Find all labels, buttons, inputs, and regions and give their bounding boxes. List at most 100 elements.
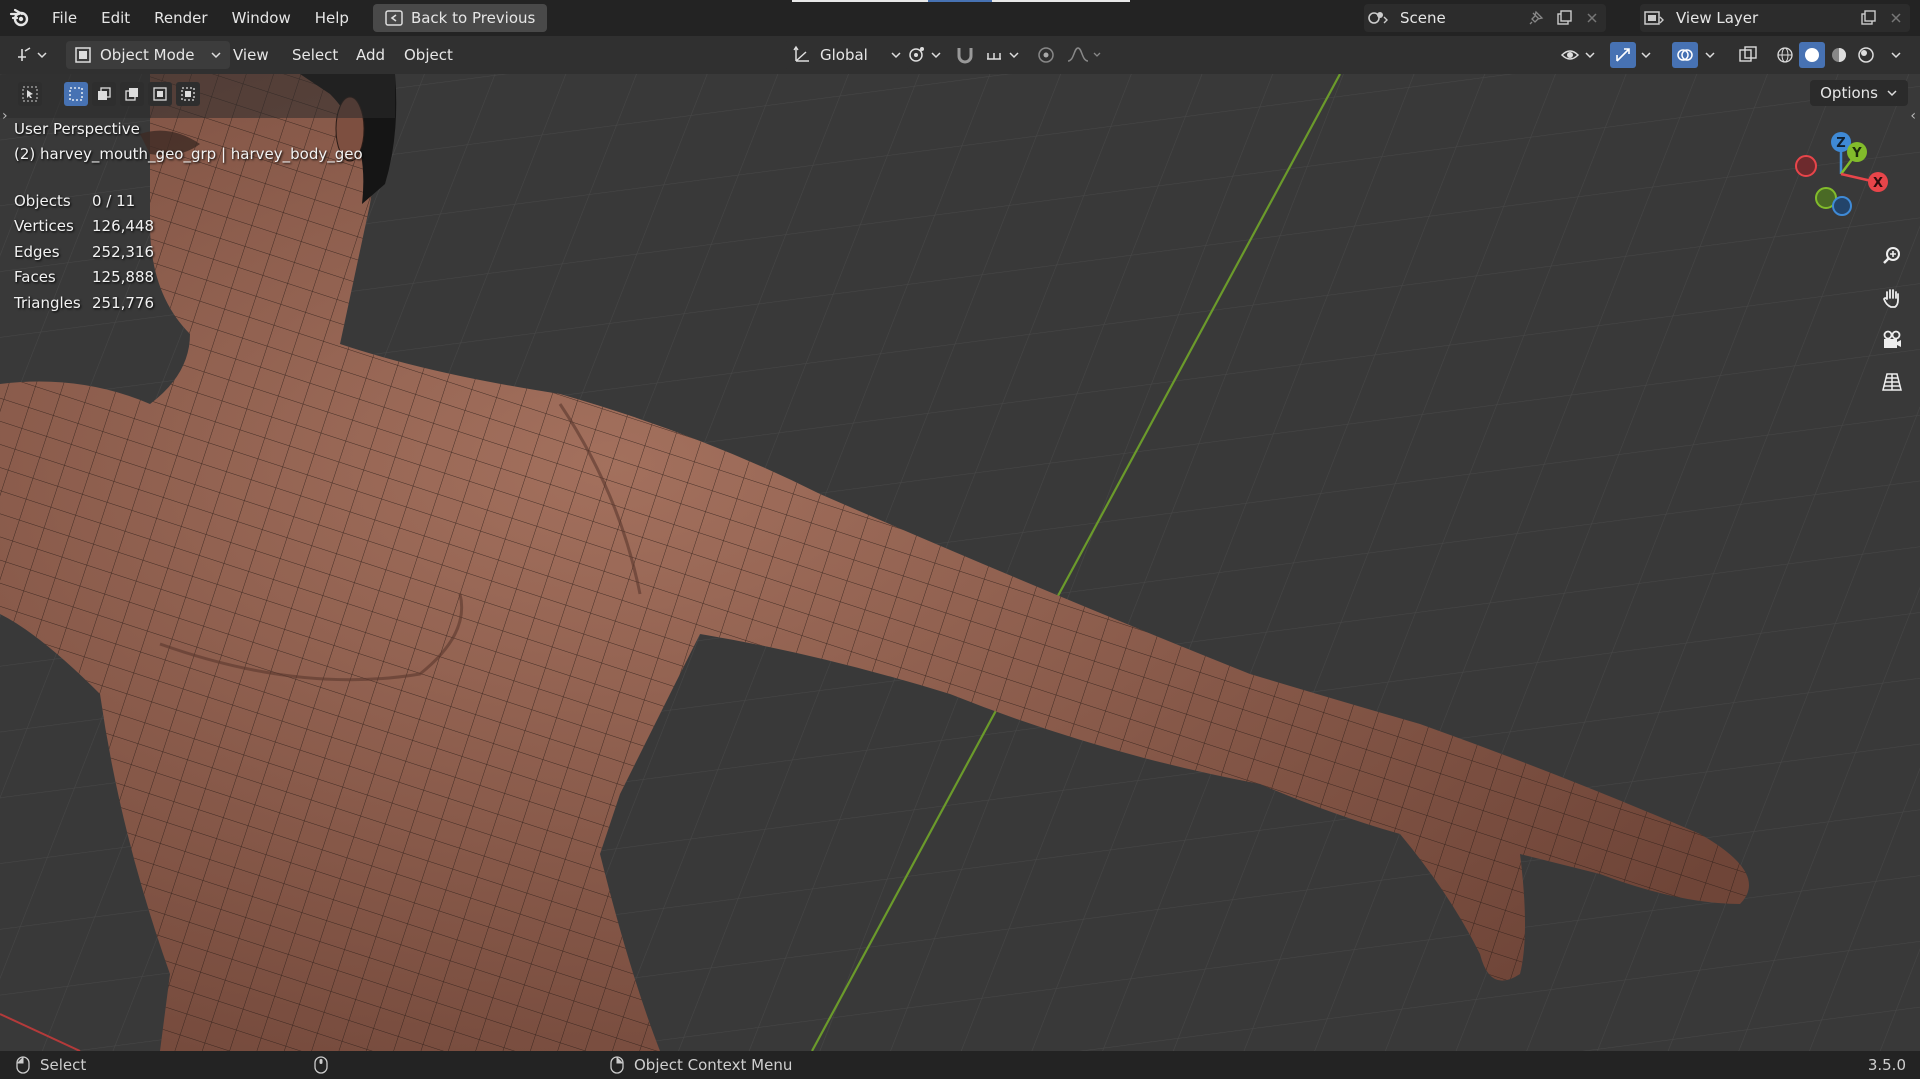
- rendered-sphere-icon: [1858, 47, 1874, 63]
- wireframe-shading-button[interactable]: [1772, 42, 1798, 68]
- menu-view[interactable]: View: [225, 41, 277, 69]
- shading-modes: [1772, 41, 1890, 69]
- new-view-layer-icon[interactable]: [1854, 4, 1882, 32]
- visibility-dropdown[interactable]: [1560, 41, 1604, 69]
- pin-icon[interactable]: [1522, 4, 1550, 32]
- object-mode-dropdown[interactable]: Object Mode: [66, 41, 230, 69]
- eye-icon: [1560, 50, 1595, 60]
- view-layer-selector[interactable]: View Layer: [1640, 4, 1910, 32]
- delete-view-layer-icon[interactable]: [1882, 4, 1910, 32]
- chevron-down-icon: [1641, 52, 1651, 59]
- gizmo-neg-x[interactable]: [1795, 155, 1817, 177]
- menu-select[interactable]: Select: [284, 41, 346, 69]
- chevron-down-icon: [1891, 52, 1901, 59]
- wireframe-sphere-icon: [1777, 47, 1793, 63]
- falloff-curve-icon: [1067, 47, 1101, 62]
- select-intersect-mode-button[interactable]: [176, 82, 200, 106]
- menu-window[interactable]: Window: [220, 0, 303, 36]
- proportional-edit-toggle[interactable]: [1036, 41, 1062, 69]
- status-select-hint: Select: [16, 1056, 86, 1074]
- menu-edit[interactable]: Edit: [89, 0, 142, 36]
- status-middle-mouse-hint: [314, 1056, 328, 1074]
- magnifier-icon: [1883, 247, 1900, 264]
- select-invert-mode-button[interactable]: [148, 82, 172, 106]
- stat-row: Faces 125,888: [14, 265, 154, 291]
- menu-help[interactable]: Help: [303, 0, 361, 36]
- orientation-axes-icon: [793, 45, 809, 62]
- gizmo-x-label: X: [1873, 176, 1883, 191]
- stat-value: 0 / 11: [92, 191, 136, 210]
- options-dropdown[interactable]: Options: [1810, 80, 1908, 106]
- select-extend-icon: [98, 87, 111, 100]
- select-intersect-icon: [181, 87, 195, 101]
- material-sphere-icon: [1832, 48, 1846, 62]
- grid-perspective-icon: [1882, 373, 1902, 391]
- object-mode-icon: [75, 47, 91, 63]
- overlays-toggle[interactable]: [1672, 41, 1700, 69]
- stat-value: 251,776: [92, 293, 155, 312]
- overlays-icon: [1672, 42, 1698, 68]
- menu-add[interactable]: Add: [348, 41, 393, 69]
- viewport-scene: [0, 74, 1920, 1051]
- snap-target-dropdown[interactable]: [984, 41, 1028, 69]
- new-scene-icon[interactable]: [1550, 4, 1578, 32]
- gizmo-neg-z[interactable]: [1832, 196, 1852, 216]
- workspace-tab-active[interactable]: [928, 0, 992, 2]
- snap-toggle[interactable]: [954, 41, 980, 69]
- pivot-point-dropdown[interactable]: [906, 41, 950, 69]
- select-new-icon: [69, 87, 83, 101]
- status-select-label: Select: [40, 1056, 87, 1074]
- stat-label: Objects: [14, 191, 71, 210]
- gizmo-z-label: Z: [1836, 136, 1845, 151]
- gizmo-toggle[interactable]: [1610, 41, 1638, 69]
- proportional-edit-icon: [1038, 47, 1054, 63]
- select-tool-button[interactable]: [18, 82, 42, 106]
- sidebar-expand-arrow[interactable]: ‹: [1910, 108, 1916, 124]
- scene-statistics: Objects 0 / 11 Vertices 126,448 Edges 252,3…: [14, 188, 154, 316]
- material-shading-button[interactable]: [1826, 42, 1852, 68]
- gizmo-dropdown[interactable]: [1640, 41, 1660, 69]
- hand-icon: [1883, 289, 1899, 308]
- stat-value: 252,316: [92, 242, 155, 261]
- mouse-middle-icon: [314, 1056, 328, 1074]
- proportional-falloff-dropdown[interactable]: [1066, 41, 1110, 69]
- chevron-down-icon: [211, 52, 221, 59]
- editor-type-button[interactable]: [16, 41, 60, 69]
- status-context-menu-label: Object Context Menu: [634, 1056, 793, 1074]
- menu-file[interactable]: File: [40, 0, 89, 36]
- shading-dropdown[interactable]: [1890, 41, 1910, 69]
- cursor-arrow-icon: [22, 86, 38, 102]
- 3d-viewport[interactable]: › ‹ User Perspective (2) harvey_mouth_ge…: [0, 74, 1920, 1051]
- select-subtract-icon: [125, 88, 138, 101]
- magnet-icon: [957, 48, 973, 64]
- select-extend-mode-button[interactable]: [92, 82, 116, 106]
- pan-button[interactable]: [1876, 282, 1908, 314]
- stat-label: Edges: [14, 242, 60, 261]
- solid-shading-button[interactable]: [1799, 42, 1825, 68]
- transform-orientation-dropdown[interactable]: Global: [784, 41, 910, 69]
- camera-view-button[interactable]: [1876, 324, 1908, 356]
- zoom-button[interactable]: [1876, 240, 1908, 272]
- navigation-gizmo[interactable]: Z Y X: [1786, 126, 1896, 236]
- viewport-header: Object Mode View Select Add Object Globa…: [0, 36, 1920, 74]
- menu-render[interactable]: Render: [142, 0, 219, 36]
- status-context-menu-hint: Object Context Menu: [610, 1056, 792, 1074]
- xray-toggle[interactable]: [1738, 41, 1766, 69]
- toolbar-expand-arrow[interactable]: ›: [2, 108, 8, 124]
- select-new-mode-button[interactable]: [64, 82, 88, 106]
- gizmo-y-label: Y: [1851, 146, 1862, 161]
- delete-scene-icon[interactable]: [1578, 4, 1606, 32]
- chevron-down-icon: [1705, 52, 1715, 59]
- gizmo-icon: [1610, 42, 1636, 68]
- menu-object[interactable]: Object: [396, 41, 461, 69]
- rendered-shading-button[interactable]: [1853, 42, 1879, 68]
- blender-logo-icon[interactable]: [0, 0, 40, 36]
- scene-selector[interactable]: Scene: [1364, 4, 1606, 32]
- back-to-previous-button[interactable]: Back to Previous: [372, 4, 548, 32]
- select-subtract-mode-button[interactable]: [120, 82, 144, 106]
- stat-label: Vertices: [14, 217, 74, 236]
- stat-row: Edges 252,316: [14, 239, 154, 265]
- overlays-dropdown[interactable]: [1704, 41, 1724, 69]
- perspective-toggle-button[interactable]: [1876, 366, 1908, 398]
- select-invert-icon: [153, 87, 167, 101]
